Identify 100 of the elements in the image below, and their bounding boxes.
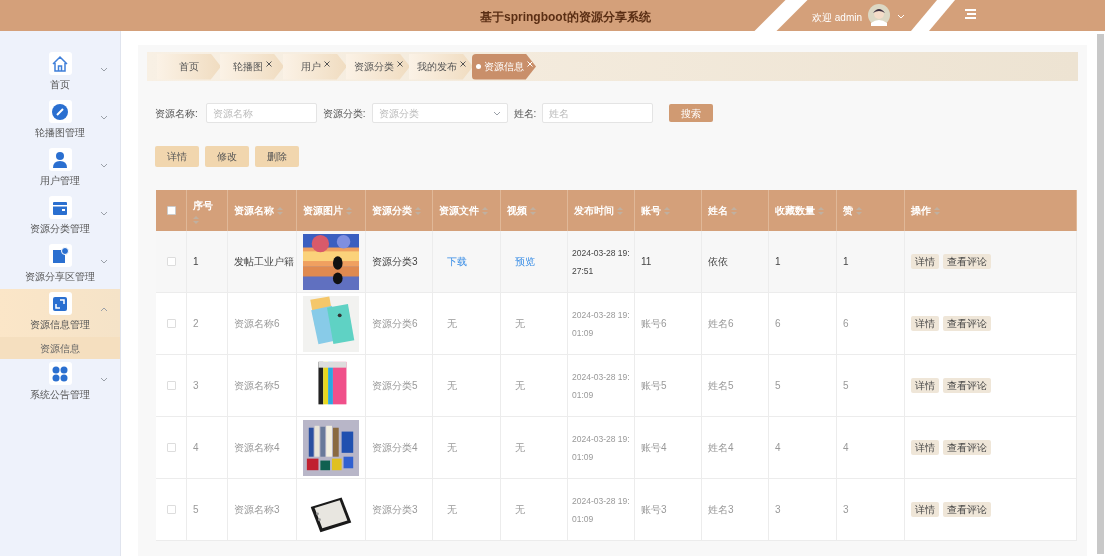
sort-icon[interactable] — [617, 206, 623, 215]
sidebar-item[interactable]: 轮播图管理 — [0, 97, 120, 145]
row-action-button[interactable]: 详情 — [911, 316, 939, 331]
table-cell-text: 姓名4 — [708, 441, 734, 455]
table-cell-text: 6 — [775, 317, 781, 331]
breadcrumb-tab[interactable]: 轮播图 — [220, 53, 284, 80]
table-cell-text: 无 — [447, 441, 457, 455]
table-cell-text: 无 — [515, 441, 525, 455]
table-cell-text: 资源分类4 — [372, 441, 418, 455]
sort-icon[interactable] — [664, 206, 670, 215]
table-cell-text: 资源名称4 — [234, 441, 280, 455]
sidebar-item[interactable]: 用户管理 — [0, 145, 120, 193]
sort-icon[interactable] — [530, 206, 536, 215]
person-icon — [50, 149, 70, 170]
row-checkbox[interactable] — [166, 505, 176, 514]
row-action-button[interactable]: 查看评论 — [943, 254, 991, 269]
action-button[interactable]: 详情 — [155, 146, 199, 167]
row-checkbox[interactable] — [166, 319, 176, 328]
row-action-button[interactable]: 详情 — [911, 378, 939, 393]
action-button[interactable]: 删除 — [255, 146, 299, 167]
table-row[interactable]: 3 资源名称5 资源分类5 无 无 2024-03-28 19:01:09 账号5 姓名5 5 5 详情 查看评论 — [156, 355, 1077, 417]
table-cell-text: 5 — [843, 379, 849, 393]
table-cell-text: 5 — [193, 503, 199, 517]
submenu-item[interactable]: 资源信息 — [0, 337, 120, 359]
row-action-button[interactable]: 查看评论 — [943, 440, 991, 455]
row-action-button[interactable]: 查看评论 — [943, 378, 991, 393]
chevron-icon[interactable] — [100, 115, 108, 120]
sidebar-item[interactable]: 资源信息管理 — [0, 289, 120, 337]
sidebar-item[interactable]: 首页 — [0, 49, 120, 97]
sort-icon[interactable] — [818, 206, 824, 215]
table-cell-text: 无 — [447, 503, 457, 517]
sort-icon[interactable] — [193, 215, 199, 224]
row-checkbox[interactable] — [166, 443, 176, 452]
sort-icon[interactable] — [482, 206, 488, 215]
table-cell-text: 姓名3 — [708, 503, 734, 517]
row-checkbox[interactable] — [166, 257, 176, 266]
table-cell-text: 无 — [515, 503, 525, 517]
close-icon[interactable] — [265, 60, 272, 67]
sidebar-item[interactable]: 资源分享区管理 — [0, 241, 120, 289]
close-icon[interactable] — [323, 60, 330, 67]
row-action-button[interactable]: 详情 — [911, 440, 939, 455]
table-row[interactable]: 4 资源名称4 资源分类4 无 无 2024-03-28 19:01:09 账号4 姓名4 4 4 详情 查看评论 — [156, 417, 1077, 479]
sidebar-label: 用户管理 — [40, 174, 80, 188]
chevron-icon[interactable] — [100, 163, 108, 168]
select-all-checkbox[interactable] — [166, 206, 176, 215]
chevron-icon[interactable] — [100, 211, 108, 216]
sidebar-item[interactable]: 资源分类管理 — [0, 193, 120, 241]
chevron-icon[interactable] — [100, 259, 108, 264]
sort-icon[interactable] — [277, 206, 283, 215]
row-action-button[interactable]: 查看评论 — [943, 316, 991, 331]
row-action-button[interactable]: 详情 — [911, 502, 939, 517]
sort-icon[interactable] — [934, 206, 940, 215]
scrollbar[interactable] — [1097, 34, 1104, 554]
table-row[interactable]: 2 资源名称6 资源分类6 无 无 2024-03-28 19:01:09 账号6 姓名6 6 6 详情 查看评论 — [156, 293, 1077, 355]
sort-icon[interactable] — [731, 206, 737, 215]
action-button[interactable]: 修改 — [205, 146, 249, 167]
table-cell-text: 账号6 — [641, 317, 667, 331]
breadcrumb-tab[interactable]: 用户 — [283, 53, 347, 80]
table-cell-text: 2024-03-28 19:01:09 — [572, 432, 630, 464]
close-icon[interactable] — [396, 60, 403, 67]
input-field[interactable]: 姓名 — [542, 103, 654, 123]
tab-label: 用户 — [300, 60, 321, 74]
table-cell-text: 1 — [193, 255, 199, 269]
sort-icon[interactable] — [856, 206, 862, 215]
chevron-icon[interactable] — [100, 377, 108, 382]
app-title: 基于springboot的资源分享系统 — [480, 9, 651, 26]
sidebar-label: 首页 — [50, 78, 70, 92]
table-cell-text: 发帖工业户籍 — [234, 255, 294, 269]
table-cell-text: 资源分类3 — [372, 503, 418, 517]
table-cell-text: 账号3 — [641, 503, 667, 517]
table-cell-text: 4 — [775, 441, 781, 455]
row-action-button[interactable]: 查看评论 — [943, 502, 991, 517]
table-cell-text: 无 — [447, 317, 457, 331]
table-cell-text: 姓名5 — [708, 379, 734, 393]
chevron-icon[interactable] — [100, 67, 108, 72]
close-icon[interactable] — [459, 60, 466, 67]
table-cell-text: 2024-03-28 19:01:09 — [572, 308, 630, 340]
sidebar-label: 资源信息管理 — [30, 318, 90, 332]
sidebar-label: 轮播图管理 — [35, 126, 85, 140]
table-row[interactable]: 1 发帖工业户籍 资源分类3 下载 预览 2024-03-28 19:27:51 11 依依 1 1 详情 查看评论 — [156, 231, 1077, 293]
tab-label: 轮播图 — [232, 60, 263, 74]
table-cell-text: 资源名称3 — [234, 503, 280, 517]
table-row[interactable]: 5 资源名称3 资源分类3 无 无 2024-03-28 19:01:09 账号3 姓名3 3 3 详情 查看评论 — [156, 479, 1077, 541]
sidebar-item[interactable]: 系统公告管理 — [0, 359, 120, 407]
row-action-button[interactable]: 详情 — [911, 254, 939, 269]
sort-icon[interactable] — [346, 206, 352, 215]
table-cell-text: 11 — [641, 255, 652, 269]
breadcrumb-tab[interactable]: 资源分类 — [346, 53, 410, 80]
table-cell-text: 资源分类5 — [372, 379, 418, 393]
sort-icon[interactable] — [415, 206, 421, 215]
chevron-icon[interactable] — [492, 110, 501, 116]
menu-icon[interactable] — [965, 9, 976, 19]
table-cell-text: 4 — [843, 441, 849, 455]
table-cell-text: 资源名称6 — [234, 317, 280, 331]
welcome-text: 欢迎 admin — [812, 11, 862, 25]
row-checkbox[interactable] — [166, 381, 176, 390]
breadcrumb-tab[interactable]: 我的发布 — [409, 53, 473, 80]
chevron-icon[interactable] — [100, 307, 108, 312]
field-label: 资源名称: — [155, 106, 198, 121]
avatar-icon[interactable] — [868, 4, 890, 26]
